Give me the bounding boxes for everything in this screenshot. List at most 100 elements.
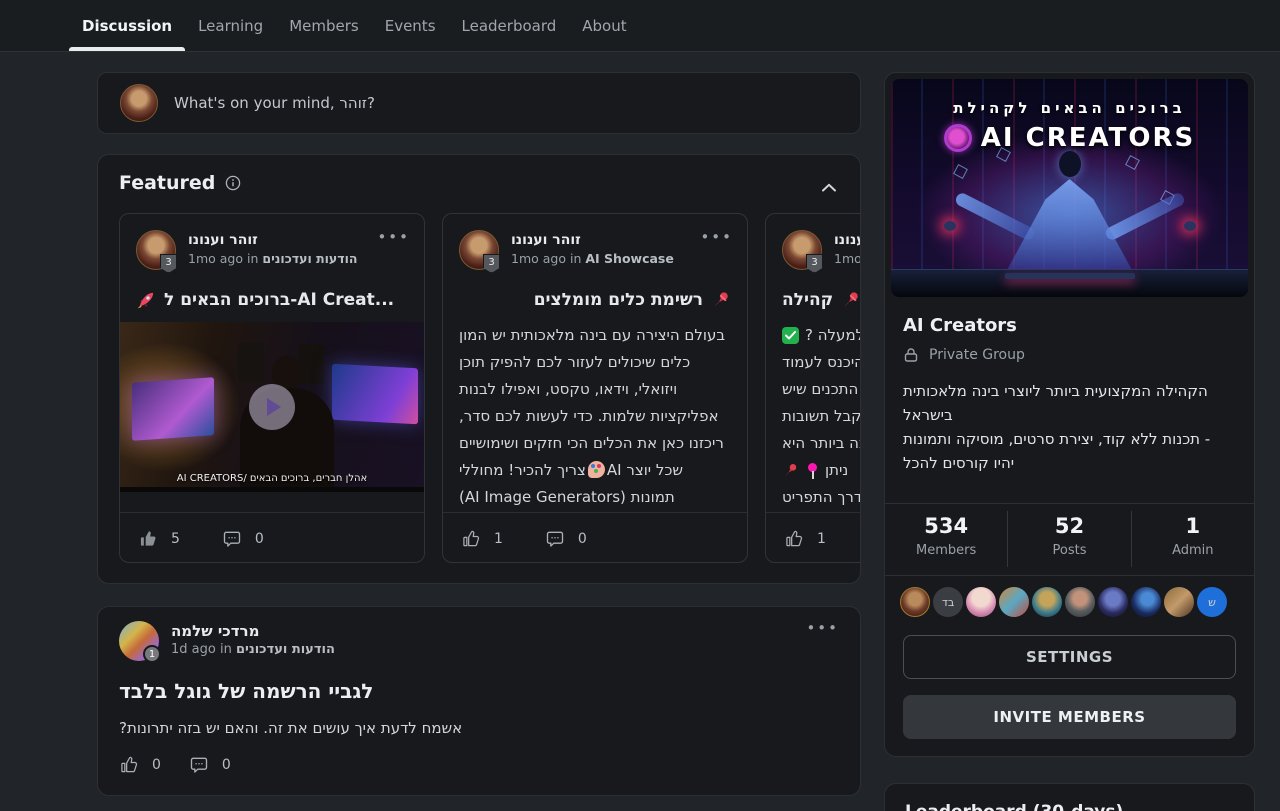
member-avatar-initials[interactable]: בד — [933, 587, 963, 617]
info-icon[interactable] — [225, 175, 241, 191]
card-header: 3 זוהר וענונו 1mo ago in AI Showcase ••• — [459, 230, 733, 270]
space-name[interactable]: AI Showcase — [585, 251, 673, 266]
like-button[interactable]: 5 — [138, 529, 180, 549]
post-meta: 1d ago in הודעות ועדכונים — [171, 641, 335, 659]
pushpin-icon — [782, 462, 799, 479]
post-header: 1 מרדכי שלמה 1d ago in הודעות ועדכונים •… — [119, 621, 839, 661]
leaderboard-card: Leaderboard (30-days) — [884, 783, 1255, 811]
level-badge: 3 — [806, 254, 823, 273]
community-stats: 534 Members 52 Posts 1 Admin — [885, 511, 1254, 567]
space-name[interactable]: הודעות ועדכונים — [262, 251, 357, 266]
author-name[interactable]: זוהר וענונו — [188, 230, 357, 250]
featured-header: Featured — [119, 172, 839, 194]
post-body: בעולם היצירה עם בינה מלאכותית יש המון כל… — [459, 322, 731, 518]
thumbs-up-icon — [784, 529, 804, 549]
more-options-icon[interactable]: ••• — [377, 230, 410, 270]
member-avatar[interactable] — [966, 587, 996, 617]
check-icon — [782, 327, 799, 344]
card-header: 3 ענונו 1mo — [782, 230, 861, 270]
comment-button[interactable]: 0 — [189, 755, 231, 775]
author-avatar: 3 — [782, 230, 822, 270]
current-user-avatar — [120, 84, 158, 122]
featured-card-tools[interactable]: 3 זוהר וענונו 1mo ago in AI Showcase •••… — [442, 213, 748, 563]
community-banner: ברוכים הבאים לקהילת AI CREATORS — [891, 79, 1248, 297]
post-composer[interactable]: What's on your mind, זוהר? — [97, 72, 861, 134]
thumbs-up-icon — [461, 529, 481, 549]
more-options-icon[interactable]: ••• — [806, 621, 839, 661]
tab-discussion[interactable]: Discussion — [69, 0, 185, 51]
card-actions: 1 — [766, 512, 861, 563]
chevron-up-icon[interactable] — [822, 177, 836, 196]
thumbs-up-icon — [119, 755, 139, 775]
level-badge: 3 — [483, 254, 500, 273]
author-avatar: 3 — [136, 230, 176, 270]
pushpin-icon — [841, 290, 861, 310]
comment-icon — [545, 529, 565, 549]
comment-button[interactable]: 0 — [545, 529, 587, 549]
privacy-row: Private Group — [903, 347, 1025, 363]
pushpin-icon — [711, 290, 731, 310]
member-avatar[interactable] — [1164, 587, 1194, 617]
member-avatar[interactable] — [999, 587, 1029, 617]
lock-icon — [903, 347, 919, 363]
post-body: למעלה ? היכנס לעמוד התכנים שיש לקבל תשוב… — [782, 322, 861, 518]
like-button[interactable]: 1 — [461, 529, 503, 549]
round-pin-icon — [805, 463, 819, 479]
post-meta: 1mo — [834, 250, 861, 268]
tab-events[interactable]: Events — [372, 0, 449, 51]
play-button[interactable] — [249, 384, 295, 430]
featured-card-community[interactable]: 3 ענונו 1mo קהילה למעלה ? היכנס לעמוד הת… — [765, 213, 861, 563]
member-avatar[interactable] — [1065, 587, 1095, 617]
post-title[interactable]: קהילה — [782, 290, 861, 310]
more-options-icon[interactable]: ••• — [700, 230, 733, 270]
brain-icon — [944, 124, 972, 152]
featured-section: Featured 3 זוהר וענונו 1mo ago in הודעות… — [97, 154, 861, 584]
post-title[interactable]: רשימת כלים מומלצים — [459, 290, 731, 310]
member-avatar[interactable] — [1098, 587, 1128, 617]
privacy-label: Private Group — [929, 347, 1025, 363]
leaderboard-title: Leaderboard (30-days) — [905, 802, 1123, 811]
member-avatar-initials[interactable]: ש — [1197, 587, 1227, 617]
comment-icon — [189, 755, 209, 775]
feed-post[interactable]: 1 מרדכי שלמה 1d ago in הודעות ועדכונים •… — [97, 606, 861, 796]
stat-posts[interactable]: 52 Posts — [1007, 511, 1130, 567]
post-body: אשמח לדעת איך עושים את זה. והאם יש בזה י… — [119, 719, 839, 737]
post-actions: 0 0 — [119, 755, 231, 775]
like-button[interactable]: 0 — [119, 755, 161, 775]
author-name[interactable]: ענונו — [834, 230, 861, 250]
member-avatar[interactable] — [900, 587, 930, 617]
stat-admin[interactable]: 1 Admin — [1131, 511, 1254, 567]
community-sidebar: ברוכים הבאים לקהילת AI CREATORS AI Creat… — [884, 72, 1255, 757]
palette-icon — [588, 461, 605, 478]
like-button[interactable]: 1 — [784, 529, 826, 549]
tab-learning[interactable]: Learning — [185, 0, 276, 51]
video-caption: AI CREATORS/ אהלן חברים, ברוכים הבאים — [120, 473, 424, 484]
tab-about[interactable]: About — [569, 0, 639, 51]
card-header: 3 זוהר וענונו 1mo ago in הודעות ועדכונים… — [136, 230, 410, 270]
stat-members[interactable]: 534 Members — [885, 511, 1007, 567]
member-avatar[interactable] — [1131, 587, 1161, 617]
author-avatar: 3 — [459, 230, 499, 270]
post-title[interactable]: לגביי הרשמה של גוגל בלבד — [119, 679, 839, 703]
member-avatars: בד ש — [900, 587, 1227, 617]
post-title[interactable]: ברוכים הבאים ל-AI Creat... — [136, 290, 408, 310]
settings-button[interactable]: SETTINGS — [903, 635, 1236, 679]
community-page: Discussion Learning Members Events Leade… — [0, 0, 1280, 811]
featured-card-welcome[interactable]: 3 זוהר וענונו 1mo ago in הודעות ועדכונים… — [119, 213, 425, 563]
card-actions: 1 0 — [443, 512, 747, 563]
comment-button[interactable]: 0 — [222, 529, 264, 549]
tab-leaderboard[interactable]: Leaderboard — [449, 0, 570, 51]
community-name: AI Creators — [903, 315, 1017, 336]
author-name[interactable]: זוהר וענונו — [511, 230, 674, 250]
card-actions: 5 0 — [120, 512, 424, 563]
level-badge: 1 — [143, 645, 161, 663]
video-thumbnail[interactable]: AI CREATORS/ אהלן חברים, ברוכים הבאים — [120, 322, 424, 492]
tab-members[interactable]: Members — [276, 0, 372, 51]
thumbs-up-icon — [138, 529, 158, 549]
member-avatar[interactable] — [1032, 587, 1062, 617]
rocket-icon — [136, 290, 156, 310]
invite-members-button[interactable]: INVITE MEMBERS — [903, 695, 1236, 739]
community-description: הקהילה המקצועית ביותר ליוצרי בינה מלאכות… — [903, 379, 1236, 475]
author-name[interactable]: מרדכי שלמה — [171, 621, 335, 641]
space-name[interactable]: הודעות ועדכונים — [236, 642, 335, 657]
